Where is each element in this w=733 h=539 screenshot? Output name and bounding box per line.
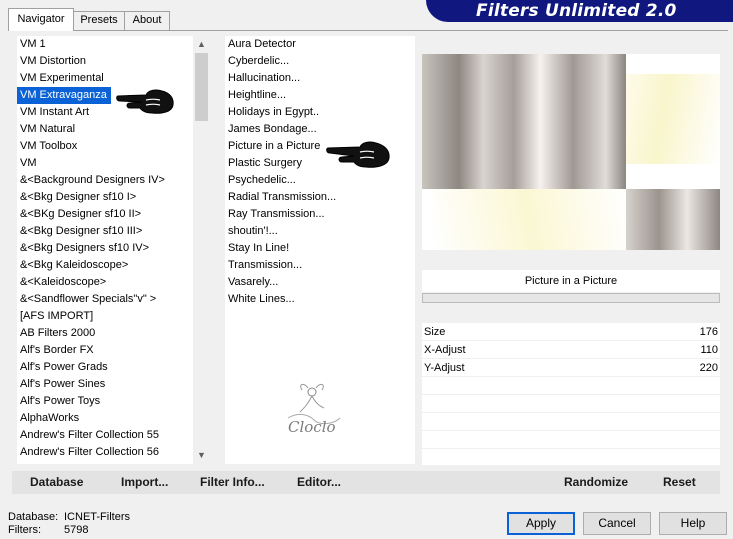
parameter-row-empty bbox=[422, 377, 720, 395]
effect-item[interactable]: Ray Transmission... bbox=[225, 206, 415, 223]
reset-button[interactable]: Reset bbox=[663, 471, 696, 494]
category-item[interactable]: Andrew's Filter Collection 57 bbox=[17, 461, 193, 464]
category-item[interactable]: &<Bkg Designer sf10 III> bbox=[17, 223, 193, 240]
effect-item[interactable]: White Lines... bbox=[225, 291, 415, 308]
category-item[interactable]: AB Filters 2000 bbox=[17, 325, 193, 342]
import-button[interactable]: Import... bbox=[121, 471, 168, 494]
database-label: Database: bbox=[8, 511, 59, 523]
category-item[interactable]: VM Toolbox bbox=[17, 138, 193, 155]
parameter-row[interactable]: Size 176 bbox=[422, 323, 720, 341]
effect-item[interactable]: Psychedelic... bbox=[225, 172, 415, 189]
parameter-label: Y-Adjust bbox=[424, 362, 465, 374]
category-item[interactable]: AlphaWorks bbox=[17, 410, 193, 427]
category-item[interactable]: &<Background Designers IV> bbox=[17, 172, 193, 189]
watermark-text: Cloclo bbox=[288, 418, 336, 436]
parameter-row[interactable]: X-Adjust 110 bbox=[422, 341, 720, 359]
cancel-button[interactable]: Cancel bbox=[583, 512, 651, 535]
parameter-row-empty bbox=[422, 449, 720, 467]
effect-item[interactable]: Transmission... bbox=[225, 257, 415, 274]
effect-item[interactable]: Holidays in Egypt.. bbox=[225, 104, 415, 121]
category-item[interactable]: VM bbox=[17, 155, 193, 172]
category-item[interactable]: Alf's Border FX bbox=[17, 342, 193, 359]
category-item[interactable]: VM Natural bbox=[17, 121, 193, 138]
scroll-down-icon[interactable]: ▼ bbox=[193, 447, 210, 464]
status-info: Database: ICNET-Filters Filters: 5798 bbox=[8, 511, 130, 537]
preview-main-picture bbox=[422, 54, 626, 189]
category-item[interactable]: &<BKg Designer sf10 II> bbox=[17, 206, 193, 223]
tab-presets[interactable]: Presets bbox=[73, 11, 125, 30]
category-item[interactable]: Alf's Power Grads bbox=[17, 359, 193, 376]
effect-item[interactable]: Vasarely... bbox=[225, 274, 415, 291]
editor-button[interactable]: Editor... bbox=[297, 471, 341, 494]
preview-highlight bbox=[626, 74, 720, 164]
parameter-row[interactable]: Y-Adjust 220 bbox=[422, 359, 720, 377]
effect-item[interactable]: James Bondage... bbox=[225, 121, 415, 138]
pointing-hand-icon-2 bbox=[326, 138, 392, 173]
parameter-row-empty bbox=[422, 413, 720, 431]
bottom-toolbar: Database Import... Filter Info... Editor… bbox=[12, 471, 720, 494]
category-item-selected[interactable]: VM Extravaganza bbox=[17, 87, 111, 104]
category-item[interactable]: &<Sandflower Specials"v" > bbox=[17, 291, 193, 308]
effect-item[interactable]: Radial Transmission... bbox=[225, 189, 415, 206]
preview-lower bbox=[432, 189, 626, 250]
filter-info-button[interactable]: Filter Info... bbox=[200, 471, 265, 494]
database-button[interactable]: Database bbox=[30, 471, 83, 494]
category-scrollbar[interactable]: ▲ ▼ bbox=[193, 36, 210, 464]
app-title: Filters Unlimited 2.0 bbox=[476, 1, 677, 21]
tab-about[interactable]: About bbox=[124, 11, 170, 30]
category-item[interactable]: &<Bkg Designers sf10 IV> bbox=[17, 240, 193, 257]
category-item[interactable]: Alf's Power Toys bbox=[17, 393, 193, 410]
filter-name-label: Picture in a Picture bbox=[422, 270, 720, 292]
preview-inset-picture bbox=[626, 189, 720, 250]
filters-count: 5798 bbox=[64, 524, 89, 536]
apply-button[interactable]: Apply bbox=[507, 512, 575, 535]
scroll-thumb[interactable] bbox=[195, 53, 208, 121]
effect-item[interactable]: Heightline... bbox=[225, 87, 415, 104]
filters-label: Filters: bbox=[8, 524, 41, 536]
scroll-up-icon[interactable]: ▲ bbox=[193, 36, 210, 53]
category-item[interactable]: VM Distortion bbox=[17, 53, 193, 70]
category-item[interactable]: &<Kaleidoscope> bbox=[17, 274, 193, 291]
parameter-list: Size 176 X-Adjust 110 Y-Adjust 220 bbox=[422, 323, 720, 467]
tab-navigator[interactable]: Navigator bbox=[8, 8, 74, 31]
effect-item[interactable]: Stay In Line! bbox=[225, 240, 415, 257]
database-value: ICNET-Filters bbox=[64, 511, 130, 523]
parameter-label: Size bbox=[424, 326, 446, 338]
cloclo-watermark: Cloclo bbox=[278, 374, 348, 438]
category-item[interactable]: Alf's Power Sines bbox=[17, 376, 193, 393]
category-item[interactable]: Andrew's Filter Collection 56 bbox=[17, 444, 193, 461]
randomize-button[interactable]: Randomize bbox=[564, 471, 628, 494]
parameter-value[interactable]: 220 bbox=[700, 359, 718, 377]
category-item[interactable]: Andrew's Filter Collection 55 bbox=[17, 427, 193, 444]
effect-item[interactable]: Aura Detector bbox=[225, 36, 415, 53]
effect-item[interactable]: shoutin'!... bbox=[225, 223, 415, 240]
filter-progress-bar bbox=[422, 293, 720, 303]
help-button[interactable]: Help bbox=[659, 512, 727, 535]
category-item[interactable]: [AFS IMPORT] bbox=[17, 308, 193, 325]
filter-preview bbox=[422, 54, 720, 250]
category-item[interactable]: &<Bkg Designer sf10 I> bbox=[17, 189, 193, 206]
parameter-label: X-Adjust bbox=[424, 344, 466, 356]
pointing-hand-icon bbox=[116, 86, 176, 119]
parameter-value[interactable]: 110 bbox=[700, 341, 718, 359]
parameter-row-empty bbox=[422, 395, 720, 413]
parameter-value[interactable]: 176 bbox=[700, 323, 718, 341]
effect-item[interactable]: Cyberdelic... bbox=[225, 53, 415, 70]
category-item[interactable]: VM 1 bbox=[17, 36, 193, 53]
parameter-row-empty bbox=[422, 431, 720, 449]
category-item[interactable]: &<Bkg Kaleidoscope> bbox=[17, 257, 193, 274]
category-item[interactable]: VM Experimental bbox=[17, 70, 193, 87]
effect-item[interactable]: Hallucination... bbox=[225, 70, 415, 87]
